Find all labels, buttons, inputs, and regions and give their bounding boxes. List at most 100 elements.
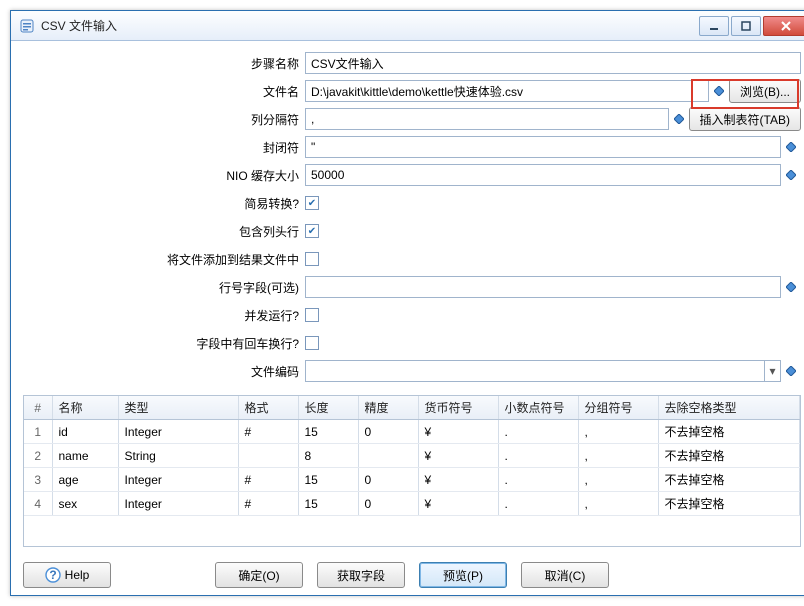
cell-name[interactable]: sex [52, 492, 118, 516]
cell-currency[interactable]: ¥ [418, 492, 498, 516]
enclosure-input[interactable] [305, 136, 781, 158]
file-name-label: 文件名 [23, 83, 305, 100]
cell-trim[interactable]: 不去掉空格 [658, 492, 800, 516]
add-result-checkbox[interactable] [305, 252, 319, 266]
cell-idx[interactable]: 3 [24, 468, 52, 492]
minimize-button[interactable] [699, 16, 729, 36]
cell-format[interactable]: # [238, 492, 298, 516]
enclosure-label: 封闭符 [23, 139, 305, 156]
col-trim[interactable]: 去除空格类型 [658, 396, 800, 420]
insert-tab-button[interactable]: 插入制表符(TAB) [689, 107, 801, 131]
col-decimal[interactable]: 小数点符号 [498, 396, 578, 420]
rownum-label: 行号字段(可选) [23, 279, 305, 296]
variable-icon[interactable] [713, 85, 725, 97]
encoding-select[interactable]: ▾ [305, 360, 781, 382]
svg-text:?: ? [49, 568, 56, 582]
titlebar: CSV 文件输入 [11, 11, 804, 41]
maximize-button[interactable] [731, 16, 761, 36]
button-bar: ? Help 确定(O) 获取字段 预览(P) 取消(C) [11, 555, 804, 595]
cell-group[interactable]: , [578, 468, 658, 492]
app-icon [19, 18, 35, 34]
fields-table: # 名称 类型 格式 长度 精度 货币符号 小数点符号 分组符号 去除空格类型 … [23, 395, 801, 547]
cell-idx[interactable]: 2 [24, 444, 52, 468]
cell-group[interactable]: , [578, 420, 658, 444]
lazy-checkbox[interactable] [305, 196, 319, 210]
cell-name[interactable]: age [52, 468, 118, 492]
variable-icon[interactable] [785, 141, 797, 153]
cell-idx[interactable]: 1 [24, 420, 52, 444]
cell-length[interactable]: 15 [298, 420, 358, 444]
cell-type[interactable]: Integer [118, 468, 238, 492]
table-row[interactable]: 2nameString 8 ¥.,不去掉空格 [24, 444, 800, 468]
col-type[interactable]: 类型 [118, 396, 238, 420]
table-row[interactable]: 3ageInteger#150¥.,不去掉空格 [24, 468, 800, 492]
cell-group[interactable]: , [578, 444, 658, 468]
header-checkbox[interactable] [305, 224, 319, 238]
cell-decimal[interactable]: . [498, 468, 578, 492]
table-row[interactable]: 1idInteger#150¥.,不去掉空格 [24, 420, 800, 444]
step-name-label: 步骤名称 [23, 55, 305, 72]
cell-trim[interactable]: 不去掉空格 [658, 444, 800, 468]
step-name-input[interactable] [305, 52, 801, 74]
delimiter-input[interactable] [305, 108, 669, 130]
cell-name[interactable]: id [52, 420, 118, 444]
cell-decimal[interactable]: . [498, 420, 578, 444]
get-fields-button[interactable]: 获取字段 [317, 562, 405, 588]
close-button[interactable] [763, 16, 804, 36]
browse-button[interactable]: 浏览(B)... [729, 79, 801, 103]
cell-group[interactable]: , [578, 492, 658, 516]
cell-type[interactable]: Integer [118, 420, 238, 444]
variable-icon[interactable] [785, 169, 797, 181]
rownum-input[interactable] [305, 276, 781, 298]
variable-icon[interactable] [785, 281, 797, 293]
cell-currency[interactable]: ¥ [418, 420, 498, 444]
parallel-label: 并发运行? [23, 307, 305, 324]
encoding-label: 文件编码 [23, 363, 305, 380]
cell-type[interactable]: Integer [118, 492, 238, 516]
cell-format[interactable]: # [238, 468, 298, 492]
chevron-down-icon: ▾ [764, 361, 780, 381]
cell-type[interactable]: String [118, 444, 238, 468]
cell-format[interactable] [238, 444, 298, 468]
cell-precision[interactable]: 0 [358, 468, 418, 492]
cell-currency[interactable]: ¥ [418, 468, 498, 492]
cell-length[interactable]: 15 [298, 468, 358, 492]
lazy-label: 简易转换? [23, 195, 305, 212]
cell-length[interactable]: 8 [298, 444, 358, 468]
nio-buffer-input[interactable] [305, 164, 781, 186]
file-name-input[interactable] [305, 80, 709, 102]
ok-button[interactable]: 确定(O) [215, 562, 303, 588]
cell-idx[interactable]: 4 [24, 492, 52, 516]
variable-icon[interactable] [673, 113, 685, 125]
cell-currency[interactable]: ¥ [418, 444, 498, 468]
cell-decimal[interactable]: . [498, 444, 578, 468]
variable-icon[interactable] [785, 365, 797, 377]
cell-name[interactable]: name [52, 444, 118, 468]
col-name[interactable]: 名称 [52, 396, 118, 420]
help-label: Help [65, 568, 90, 582]
col-length[interactable]: 长度 [298, 396, 358, 420]
cell-trim[interactable]: 不去掉空格 [658, 468, 800, 492]
cell-trim[interactable]: 不去掉空格 [658, 420, 800, 444]
nio-buffer-label: NIO 缓存大小 [23, 167, 305, 184]
cell-decimal[interactable]: . [498, 492, 578, 516]
preview-button[interactable]: 预览(P) [419, 562, 507, 588]
cell-precision[interactable] [358, 444, 418, 468]
cell-precision[interactable]: 0 [358, 492, 418, 516]
delimiter-label: 列分隔符 [23, 111, 305, 128]
window-frame: CSV 文件输入 步骤名称 文件名 浏览(B)... 列分隔符 [10, 10, 804, 596]
col-currency[interactable]: 货币符号 [418, 396, 498, 420]
cell-length[interactable]: 15 [298, 492, 358, 516]
cancel-button[interactable]: 取消(C) [521, 562, 609, 588]
table-row[interactable]: 4sexInteger#150¥.,不去掉空格 [24, 492, 800, 516]
header-label: 包含列头行 [23, 223, 305, 240]
col-format[interactable]: 格式 [238, 396, 298, 420]
cell-precision[interactable]: 0 [358, 420, 418, 444]
col-precision[interactable]: 精度 [358, 396, 418, 420]
cell-format[interactable]: # [238, 420, 298, 444]
help-button[interactable]: ? Help [23, 562, 111, 588]
col-hash[interactable]: # [24, 396, 52, 420]
parallel-checkbox[interactable] [305, 308, 319, 322]
col-group[interactable]: 分组符号 [578, 396, 658, 420]
newline-checkbox[interactable] [305, 336, 319, 350]
